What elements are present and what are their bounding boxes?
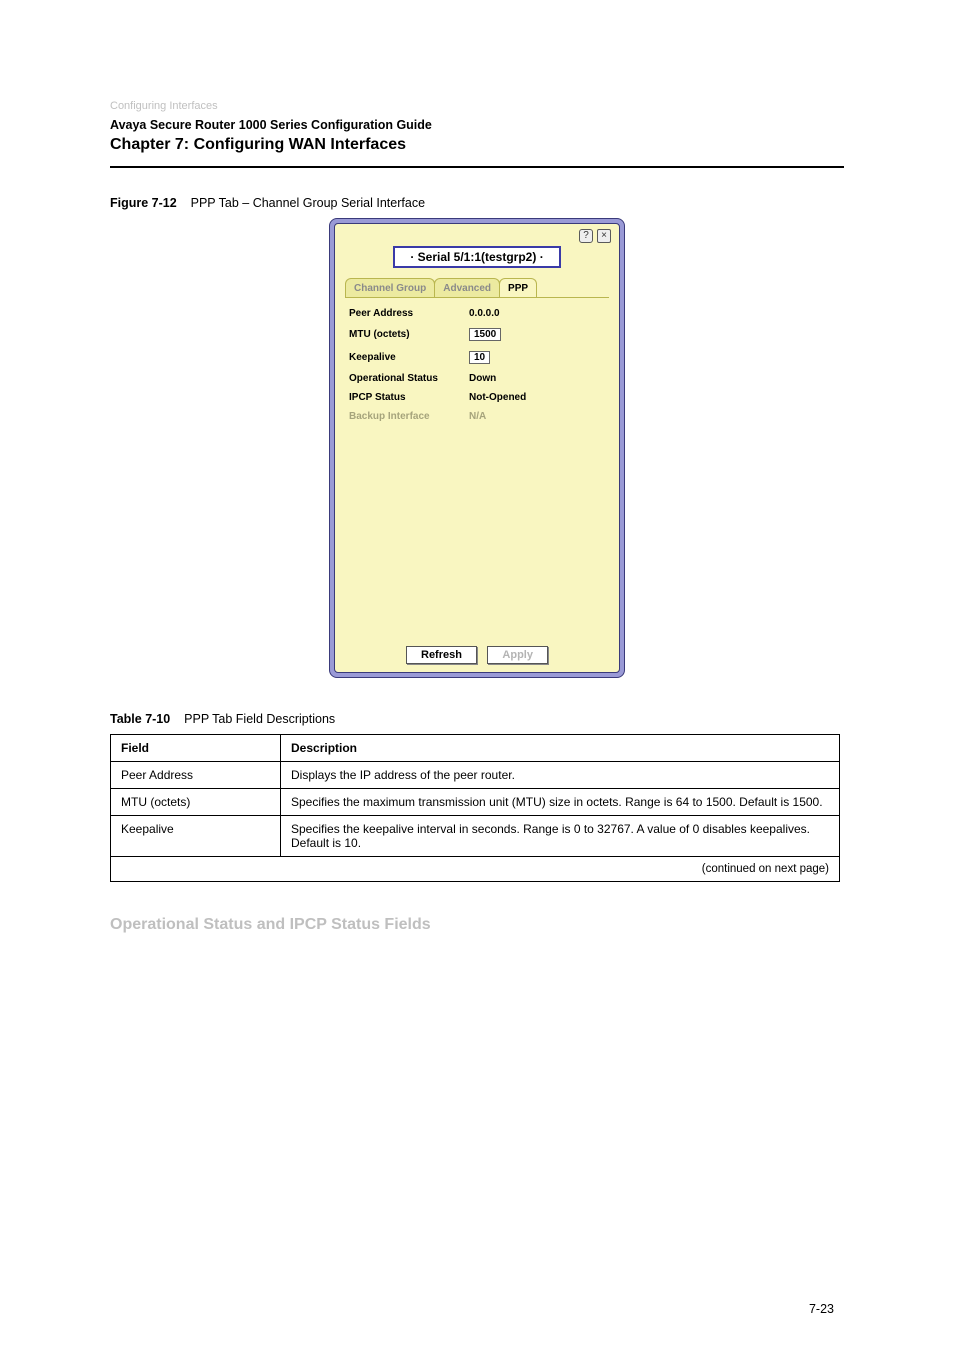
mtu-label: MTU (octets): [349, 329, 469, 340]
table-cell-desc: Specifies the keepalive interval in seco…: [281, 816, 840, 857]
row-ipcp-status: IPCP Status Not-Opened: [349, 392, 607, 403]
op-status-value: Down: [469, 373, 607, 384]
form-area: Peer Address 0.0.0.0 MTU (octets) 1500 K…: [335, 298, 619, 422]
table-row: Peer Address Displays the IP address of …: [111, 762, 840, 789]
row-peer-address: Peer Address 0.0.0.0: [349, 308, 607, 319]
screenshot-figure: ? × · Serial 5/1:1(testgrp2) · Channel G…: [329, 218, 625, 678]
table-cell-field: MTU (octets): [111, 789, 281, 816]
table-head-field: Field: [111, 735, 281, 762]
table-caption-number: Table 7-10: [110, 712, 170, 726]
refresh-button[interactable]: Refresh: [406, 646, 477, 664]
table-head-row: Field Description: [111, 735, 840, 762]
help-icon[interactable]: ?: [579, 229, 593, 243]
table-cell-desc: Specifies the maximum transmission unit …: [281, 789, 840, 816]
running-header-upper: Configuring Interfaces: [110, 100, 844, 112]
peer-address-value: 0.0.0.0: [469, 308, 607, 319]
section-heading: Operational Status and IPCP Status Field…: [110, 916, 844, 934]
keepalive-input[interactable]: 10: [469, 351, 490, 364]
page-header: Configuring Interfaces Avaya Secure Rout…: [0, 0, 954, 168]
table-caption-text: PPP Tab Field Descriptions: [184, 712, 335, 726]
header-rule: [110, 166, 844, 168]
row-mtu: MTU (octets) 1500: [349, 327, 607, 342]
peer-address-label: Peer Address: [349, 308, 469, 319]
chapter-title: Chapter 7: Configuring WAN Interfaces: [110, 136, 844, 154]
page: Configuring Interfaces Avaya Secure Rout…: [0, 0, 954, 1350]
table-cell-desc: Displays the IP address of the peer rout…: [281, 762, 840, 789]
breadcrumb: · Serial 5/1:1(testgrp2) ·: [393, 246, 561, 268]
tab-channel-group[interactable]: Channel Group: [345, 278, 435, 297]
apply-button[interactable]: Apply: [487, 646, 548, 664]
dialog-buttons: Refresh Apply: [335, 645, 619, 664]
table-row: MTU (octets) Specifies the maximum trans…: [111, 789, 840, 816]
page-content: Figure 7-12 PPP Tab – Channel Group Seri…: [0, 196, 954, 934]
keepalive-label: Keepalive: [349, 352, 469, 363]
tab-advanced[interactable]: Advanced: [434, 278, 500, 297]
table-row: Keepalive Specifies the keepalive interv…: [111, 816, 840, 857]
table-cell-field: Keepalive: [111, 816, 281, 857]
figure-caption: Figure 7-12 PPP Tab – Channel Group Seri…: [110, 196, 844, 210]
field-description-table: Field Description Peer Address Displays …: [110, 734, 840, 882]
ipcp-value: Not-Opened: [469, 392, 607, 403]
table-cell-field: Peer Address: [111, 762, 281, 789]
backup-interface-label: Backup Interface: [349, 411, 469, 422]
op-status-label: Operational Status: [349, 373, 469, 384]
table-continued-note: (continued on next page): [111, 857, 840, 882]
page-number: 7-23: [809, 1302, 834, 1316]
figure-caption-text: PPP Tab – Channel Group Serial Interface: [191, 196, 425, 210]
ipcp-label: IPCP Status: [349, 392, 469, 403]
dialog-top-icons: ? ×: [579, 229, 611, 243]
tabs-row: Channel Group Advanced PPP: [345, 276, 619, 297]
tab-ppp[interactable]: PPP: [499, 278, 537, 297]
row-operational-status: Operational Status Down: [349, 373, 607, 384]
dialog-outer-frame: ? × · Serial 5/1:1(testgrp2) · Channel G…: [329, 218, 625, 678]
close-icon[interactable]: ×: [597, 229, 611, 243]
backup-interface-value: N/A: [469, 411, 607, 422]
mtu-input[interactable]: 1500: [469, 328, 501, 341]
table-continued-row: (continued on next page): [111, 857, 840, 882]
table-caption: Table 7-10 PPP Tab Field Descriptions: [110, 712, 844, 726]
table-head-description: Description: [281, 735, 840, 762]
figure-caption-number: Figure 7-12: [110, 196, 177, 210]
publication-title: Avaya Secure Router 1000 Series Configur…: [110, 118, 844, 132]
dialog-body: ? × · Serial 5/1:1(testgrp2) · Channel G…: [334, 223, 620, 673]
row-keepalive: Keepalive 10: [349, 350, 607, 365]
row-backup-interface: Backup Interface N/A: [349, 411, 607, 422]
